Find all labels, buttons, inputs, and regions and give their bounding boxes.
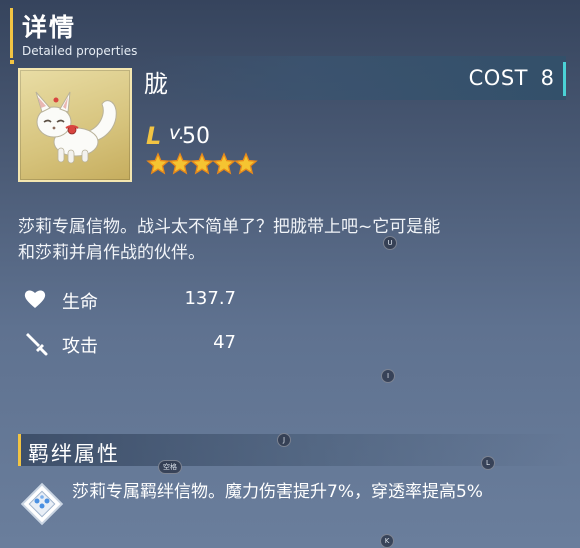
cost-label: COST (468, 66, 528, 90)
stat-label-atk: 攻击 (62, 336, 98, 357)
level-mark: L (146, 122, 162, 150)
stat-value-hp: 137.7 (184, 288, 236, 309)
bond-title: 羁绊属性 (28, 442, 120, 466)
description-line-1: 莎莉专属信物。战斗太不简单了？把胧带上吧~它可是能 (18, 217, 441, 237)
item-portrait[interactable] (18, 68, 132, 182)
key-hint-i[interactable]: I (381, 369, 395, 383)
page-title: 详情 (22, 13, 77, 42)
heart-icon (24, 290, 46, 308)
star-rating (146, 152, 266, 178)
cost-value: 8 (540, 66, 554, 90)
star-icon (212, 152, 236, 175)
bond-diamond-icon (20, 482, 64, 526)
fox-icon (35, 91, 117, 164)
item-name: 胧 (144, 70, 168, 98)
stat-value-atk: 47 (213, 332, 236, 353)
bond-description: 莎莉专属羁绊信物。魔力伤害提升7%，穿透率提高5% (72, 482, 483, 502)
star-icon (234, 152, 258, 175)
bond-accent-bar (18, 434, 21, 466)
page-subtitle: Detailed properties (22, 44, 138, 58)
key-hint-space[interactable]: 空格 (158, 460, 182, 474)
level-value: 50 (182, 124, 210, 149)
key-hint-u[interactable]: U (383, 236, 397, 250)
star-icon (168, 152, 192, 175)
key-hint-k[interactable]: K (380, 534, 394, 548)
stat-label-hp: 生命 (62, 292, 98, 313)
header-accent-dot (10, 60, 14, 64)
key-hint-l[interactable]: L (481, 456, 495, 470)
sword-icon (26, 333, 48, 356)
star-icon (146, 152, 170, 175)
item-description: 莎莉专属信物。战斗太不简单了？把胧带上吧~它可是能 和莎莉并肩作战的伙伴。 (18, 214, 570, 266)
header-accent-bar (10, 8, 13, 58)
item-name-bar: 胧 COST 8 (134, 56, 566, 100)
name-bar-accent (563, 62, 566, 96)
key-hint-j[interactable]: J (277, 433, 291, 447)
description-line-2: 和莎莉并肩作战的伙伴。 (18, 243, 205, 263)
star-icon (190, 152, 214, 175)
detail-panel: 详情 Detailed properties 胧 COST 8 L v. 50 … (0, 0, 580, 548)
